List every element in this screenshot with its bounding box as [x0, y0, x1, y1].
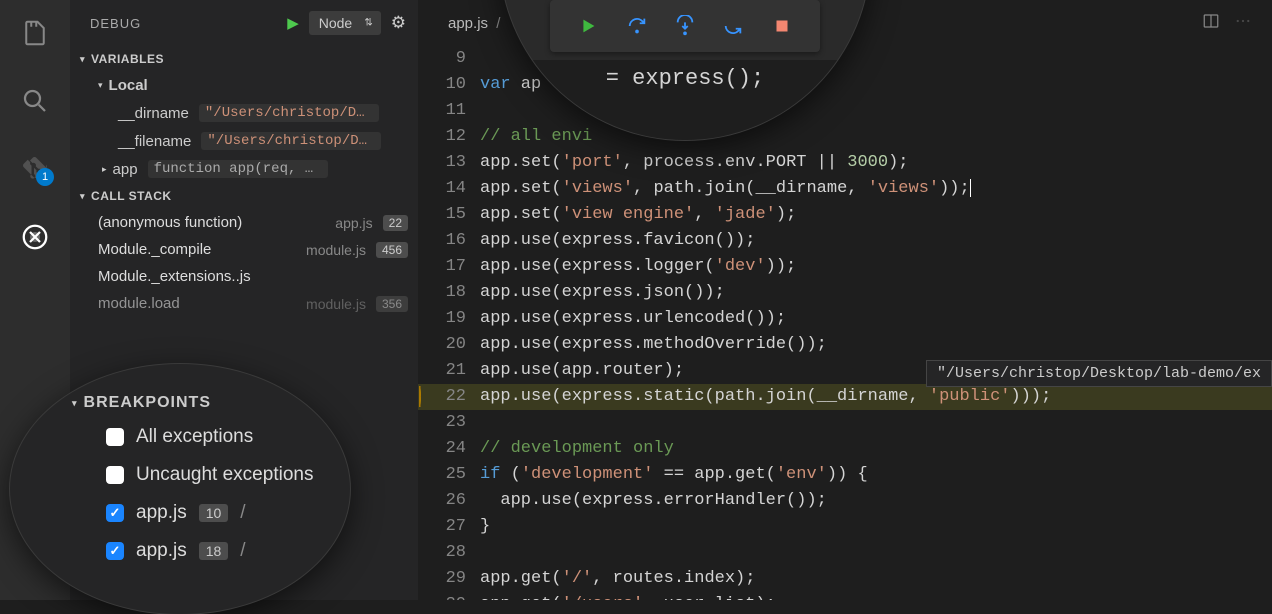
step-out-button[interactable] [722, 15, 744, 37]
debug-header: DEBUG ▶ Node ⚙ [70, 0, 418, 46]
git-badge: 1 [36, 168, 54, 186]
debug-title: DEBUG [90, 16, 141, 31]
debug-toolbar [550, 0, 820, 52]
variable-row[interactable]: __dirname "/Users/christop/De… [70, 99, 418, 127]
chevron-right-icon: ▸ [102, 164, 107, 175]
stack-frame[interactable]: module.load module.js 356 [70, 290, 418, 317]
split-editor-icon[interactable] [1202, 12, 1220, 34]
chevron-down-icon: ▾ [98, 80, 103, 91]
scope-local[interactable]: ▾ Local [70, 72, 418, 99]
step-over-button[interactable] [626, 15, 648, 37]
breakpoint-uncaught-exceptions[interactable]: Uncaught exceptions [10, 456, 350, 494]
stack-frame[interactable]: Module._extensions..js [70, 263, 418, 290]
stack-frame[interactable]: (anonymous function) app.js 22 [70, 209, 418, 236]
more-icon[interactable] [1234, 12, 1252, 34]
breakpoint-item[interactable]: app.js 18 / [10, 532, 350, 570]
stop-button[interactable] [771, 15, 793, 37]
breakpoint-item[interactable]: app.js 10 / [10, 494, 350, 532]
debug-icon[interactable] [20, 222, 50, 252]
search-icon[interactable] [20, 86, 50, 116]
chevron-down-icon: ▾ [72, 398, 78, 409]
stack-frame[interactable]: Module._compile module.js 456 [70, 236, 418, 263]
gear-icon[interactable]: ⚙ [391, 13, 406, 33]
breakpoint-all-exceptions[interactable]: All exceptions [10, 418, 350, 456]
variables-section[interactable]: ▾ VARIABLES [70, 46, 418, 72]
tab-appjs[interactable]: app.js / [438, 9, 510, 38]
start-debug-button[interactable]: ▶ [287, 14, 299, 32]
continue-button[interactable] [577, 15, 599, 37]
debug-toolbar-lens: = express(); [500, 0, 870, 140]
explorer-icon[interactable] [20, 18, 50, 48]
step-into-button[interactable] [674, 15, 696, 37]
current-line-icon [419, 386, 421, 407]
checkbox-unchecked[interactable] [106, 428, 124, 446]
checkbox-checked[interactable] [106, 504, 124, 522]
git-icon[interactable]: 1 [20, 154, 50, 184]
breakpoints-lens: ▾ BREAKPOINTS All exceptions Uncaught ex… [10, 364, 350, 614]
hover-tooltip: "/Users/christop/Desktop/lab-demo/ex [926, 360, 1272, 387]
chevron-down-icon: ▾ [80, 54, 85, 65]
checkbox-unchecked[interactable] [106, 466, 124, 484]
callstack-section[interactable]: ▾ CALL STACK [70, 183, 418, 209]
variable-row[interactable]: ▸ app function app(req, res, ne… [70, 155, 418, 183]
toolbar-code-fragment: = express(); [500, 60, 870, 140]
checkbox-checked[interactable] [106, 542, 124, 560]
chevron-down-icon: ▾ [80, 191, 85, 202]
variable-row[interactable]: __filename "/Users/christop/De… [70, 127, 418, 155]
debug-config-select[interactable]: Node [309, 11, 381, 35]
